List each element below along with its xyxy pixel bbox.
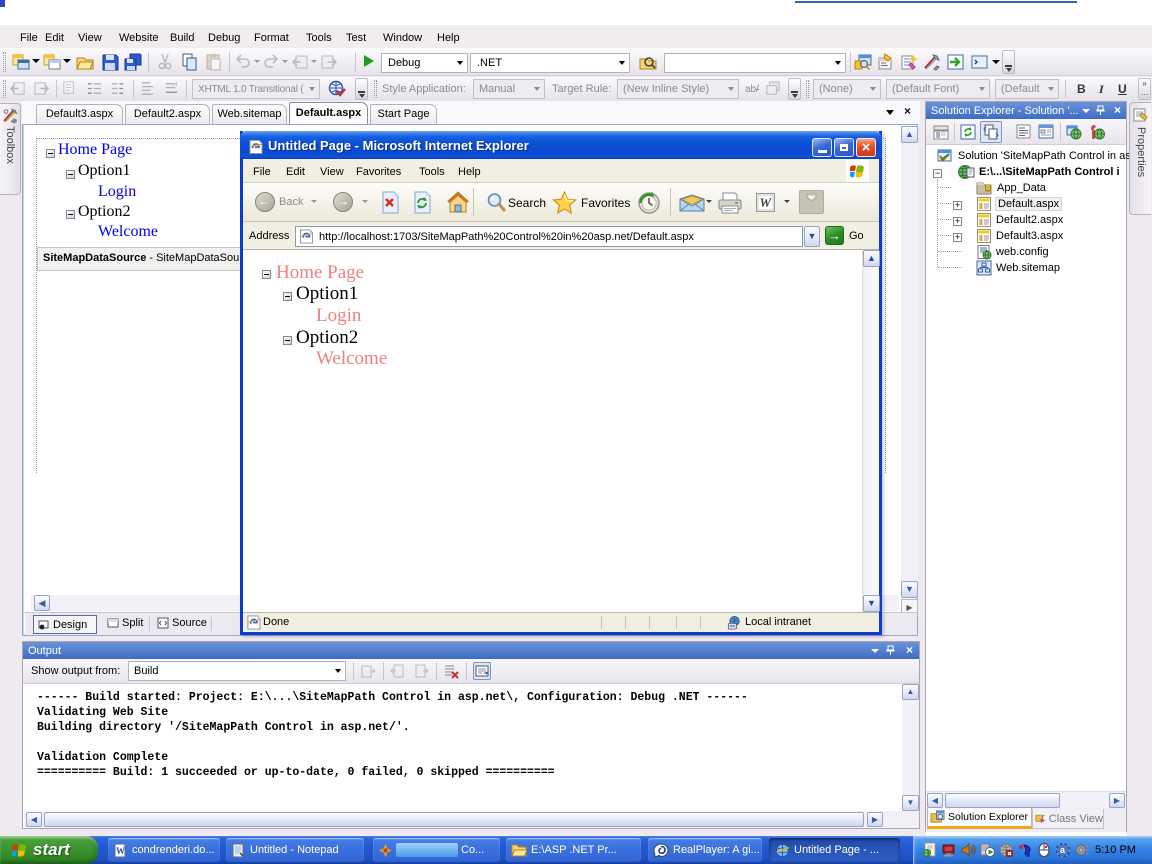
svg-text:W: W bbox=[116, 846, 125, 856]
svg-text:W: W bbox=[760, 195, 773, 210]
